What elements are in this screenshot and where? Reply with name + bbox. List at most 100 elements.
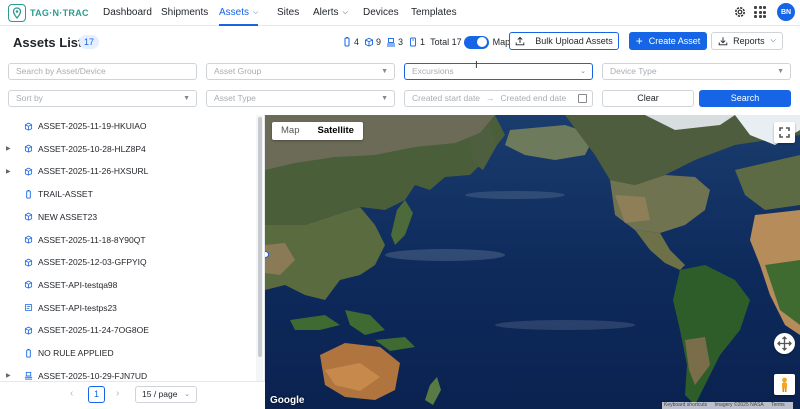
asset-group-select[interactable]: Asset Group ▼ bbox=[206, 63, 395, 80]
page-size-select[interactable]: 15 / page ⌄ bbox=[135, 386, 197, 403]
sort-by-select[interactable]: Sort by ▼ bbox=[8, 90, 197, 107]
nav-templates-label: Templates bbox=[411, 7, 457, 18]
caret-right-icon[interactable]: ▶ bbox=[6, 168, 14, 175]
app-logo[interactable]: TAG·N·TRAC bbox=[8, 3, 91, 23]
tracker-icon bbox=[26, 348, 31, 358]
prev-page-icon[interactable]: ‹ bbox=[70, 388, 73, 399]
asset-name: ASSET-2025-10-28-HLZ8P4 bbox=[38, 143, 146, 154]
map-view[interactable]: Map Satellite Google Keyboard shortcuts … bbox=[265, 115, 800, 409]
bulk-upload-label: Bulk Upload Assets bbox=[535, 36, 613, 46]
nav-devices[interactable]: Devices bbox=[363, 0, 399, 26]
street-view-pegman[interactable] bbox=[774, 374, 795, 395]
map-attribution: Keyboard shortcuts Imagery ©2025 NASA Te… bbox=[662, 402, 793, 409]
user-avatar[interactable]: BN bbox=[777, 3, 795, 21]
nav-dashboard[interactable]: Dashboard bbox=[103, 0, 152, 26]
sort-by-placeholder: Sort by bbox=[16, 93, 43, 103]
box-icon bbox=[24, 122, 33, 131]
reports-label: Reports bbox=[733, 36, 765, 46]
chevron-down-icon: ▼ bbox=[777, 68, 784, 75]
tab-satellite[interactable]: Satellite bbox=[308, 122, 362, 140]
bulk-upload-button[interactable]: Bulk Upload Assets bbox=[509, 32, 619, 50]
excursions-placeholder: Excursions bbox=[412, 66, 454, 76]
tab-map[interactable]: Map bbox=[272, 122, 308, 140]
asset-list-item[interactable]: ▶ ASSET-2025-10-28-HLZ8P4 bbox=[0, 138, 255, 160]
nav-alerts[interactable]: Alerts ⌵ bbox=[313, 0, 348, 26]
stat-pallets-value: 3 bbox=[398, 37, 404, 47]
asset-group-placeholder: Asset Group bbox=[214, 66, 262, 76]
asset-list-item[interactable]: NEW ASSET23 bbox=[0, 206, 255, 228]
map-toggle[interactable] bbox=[463, 35, 489, 49]
box-icon bbox=[24, 326, 33, 335]
nav-devices-label: Devices bbox=[363, 7, 399, 18]
card-icon bbox=[410, 37, 416, 47]
asset-list-item[interactable]: ASSET-API-testqa98 bbox=[0, 274, 255, 296]
stat-pallets: 3 bbox=[386, 37, 403, 47]
next-page-icon[interactable]: › bbox=[116, 388, 119, 399]
asset-list-item[interactable]: ASSET-2025-11-19-HKUIAO bbox=[0, 115, 255, 137]
device-type-placeholder: Device Type bbox=[610, 66, 657, 76]
start-date-placeholder: Created start date bbox=[412, 93, 481, 103]
box-icon bbox=[24, 212, 33, 221]
pallet-icon bbox=[24, 372, 33, 380]
asset-list-item[interactable]: ASSET-2025-11-24-7OG8OE bbox=[0, 319, 255, 341]
chevron-down-icon: ⌵ bbox=[342, 9, 348, 16]
upload-icon bbox=[515, 36, 525, 46]
pin-icon bbox=[8, 4, 26, 22]
nav-sites-label: Sites bbox=[277, 7, 300, 18]
asset-name: ASSET-API-testps23 bbox=[38, 302, 117, 313]
end-date-placeholder: Created end date bbox=[500, 93, 567, 103]
stat-cards-value: 1 bbox=[420, 37, 426, 47]
move-icon bbox=[777, 336, 792, 351]
chevron-down-icon: ⌄ bbox=[580, 68, 586, 75]
logo-text: TAG·N·TRAC bbox=[30, 8, 89, 18]
asset-list-item[interactable]: ASSET-2025-12-03-GFPYIQ bbox=[0, 251, 255, 273]
map-type-tabs: Map Satellite bbox=[272, 122, 363, 140]
map-pan-control[interactable] bbox=[774, 333, 795, 354]
total-label: Total 17 bbox=[430, 37, 462, 47]
device-type-select[interactable]: Device Type ▼ bbox=[602, 63, 791, 80]
imagery-credit: Imagery ©2025 NASA bbox=[714, 402, 764, 408]
asset-list-item[interactable]: TRAIL-ASSET bbox=[0, 183, 255, 205]
keyboard-shortcuts-link[interactable]: Keyboard shortcuts bbox=[664, 402, 707, 408]
asset-list-item[interactable]: ASSET-API-testps23 bbox=[0, 297, 255, 319]
search-button[interactable]: Search bbox=[699, 90, 791, 107]
nav-assets-label: Assets bbox=[219, 7, 250, 18]
box-icon bbox=[24, 258, 33, 267]
box-icon bbox=[24, 235, 33, 244]
apps-grid-icon[interactable] bbox=[754, 6, 766, 18]
asset-name: ASSET-2025-11-18-8Y90QT bbox=[38, 234, 146, 245]
search-input-placeholder: Search by Asset/Device bbox=[16, 66, 106, 76]
nav-alerts-label: Alerts bbox=[313, 7, 339, 18]
gear-icon[interactable] bbox=[733, 5, 747, 19]
nav-shipments-label: Shipments bbox=[161, 7, 209, 18]
asset-list-item[interactable]: ▶ ASSET-2025-11-26-HXSURL bbox=[0, 160, 255, 182]
scrollbar-thumb[interactable] bbox=[258, 117, 262, 357]
chevron-down-icon: ▼ bbox=[183, 95, 190, 102]
asset-type-placeholder: Asset Type bbox=[214, 93, 256, 103]
caret-right-icon[interactable]: ▶ bbox=[6, 145, 14, 152]
card-icon bbox=[24, 304, 33, 312]
clear-button[interactable]: Clear bbox=[602, 90, 694, 107]
page-size-label: 15 / page bbox=[142, 389, 178, 399]
asset-list-item[interactable]: ▶ ASSET-2025-10-29-FJN7UD bbox=[0, 365, 255, 381]
map-toggle-label: Map bbox=[492, 37, 511, 47]
asset-list-item[interactable]: NO RULE APPLIED bbox=[0, 342, 255, 364]
reports-button[interactable]: Reports ⌵ bbox=[711, 32, 783, 50]
fullscreen-icon bbox=[779, 127, 790, 138]
nav-templates[interactable]: Templates bbox=[411, 0, 457, 26]
date-range-picker[interactable]: Created start date → Created end date bbox=[404, 90, 593, 107]
excursions-select[interactable]: Excursions ⌄ bbox=[404, 63, 593, 80]
asset-list-item[interactable]: ASSET-2025-11-18-8Y90QT bbox=[0, 229, 255, 251]
caret-right-icon[interactable]: ▶ bbox=[6, 372, 14, 379]
pagination: ‹ 1 › 15 / page ⌄ bbox=[0, 381, 265, 409]
nav-sites[interactable]: Sites bbox=[277, 0, 299, 26]
fullscreen-button[interactable] bbox=[774, 122, 795, 143]
asset-type-select[interactable]: Asset Type ▼ bbox=[206, 90, 395, 107]
create-asset-button[interactable]: + Create Asset bbox=[629, 32, 707, 50]
nav-assets[interactable]: Assets ⌵ bbox=[219, 0, 259, 26]
search-input[interactable]: Search by Asset/Device bbox=[8, 63, 197, 80]
text-cursor-icon: I bbox=[475, 60, 478, 71]
terms-link[interactable]: Terms bbox=[771, 402, 785, 408]
page-number-button[interactable]: 1 bbox=[88, 386, 105, 403]
nav-shipments[interactable]: Shipments bbox=[161, 0, 208, 26]
